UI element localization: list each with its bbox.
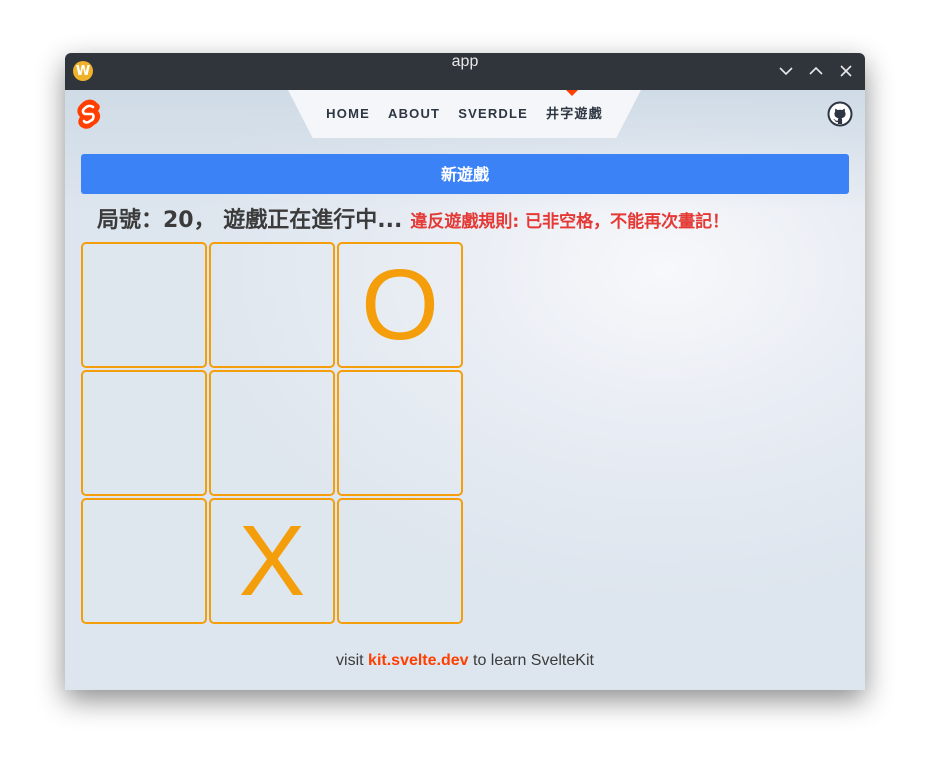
game-board: O X [81,242,465,626]
minimize-icon[interactable] [778,63,794,79]
active-nav-indicator [566,90,578,96]
page-content: HOME ABOUT SVERDLE 井字遊戲 新遊戲 局號：20， 遊戲正在進… [65,90,865,690]
maximize-icon[interactable] [808,63,824,79]
top-nav: HOME ABOUT SVERDLE 井字遊戲 [288,90,641,138]
rule-error-message: 違反遊戲規則: 已非空格，不能再次畫記！ [410,212,730,232]
board-cell[interactable] [81,242,207,368]
footer-suffix: to learn SvelteKit [468,652,594,669]
game-status: 局號：20， 遊戲正在進行中... [97,208,403,233]
nav-home[interactable]: HOME [317,90,379,138]
window-title: app [451,53,479,70]
footer-prefix: visit [336,652,369,669]
board-cell[interactable] [209,242,335,368]
board-cell[interactable]: O [337,242,463,368]
new-game-button[interactable]: 新遊戲 [81,154,849,194]
board-cell[interactable] [81,370,207,496]
board-cell[interactable]: X [209,498,335,624]
board-cell[interactable] [337,498,463,624]
title-bar: W app [65,53,865,90]
close-icon[interactable] [838,63,854,79]
nav-sverdle[interactable]: SVERDLE [449,90,537,138]
svelte-logo-icon[interactable] [76,99,102,129]
board-cell[interactable] [81,498,207,624]
board-cell[interactable] [337,370,463,496]
github-icon[interactable] [827,101,853,127]
nav-tictactoe[interactable]: 井字遊戲 [537,90,612,138]
nav-about[interactable]: ABOUT [379,90,449,138]
board-cell[interactable] [209,370,335,496]
footer: visit kit.svelte.dev to learn SvelteKit [65,652,865,670]
footer-link[interactable]: kit.svelte.dev [368,652,469,669]
status-row: 局號：20， 遊戲正在進行中... 違反遊戲規則: 已非空格，不能再次畫記！ [97,202,837,236]
app-window: W app HOME ABOUT SVERDLE 井字遊戲 新遊戲 局號：20，… [65,53,865,690]
